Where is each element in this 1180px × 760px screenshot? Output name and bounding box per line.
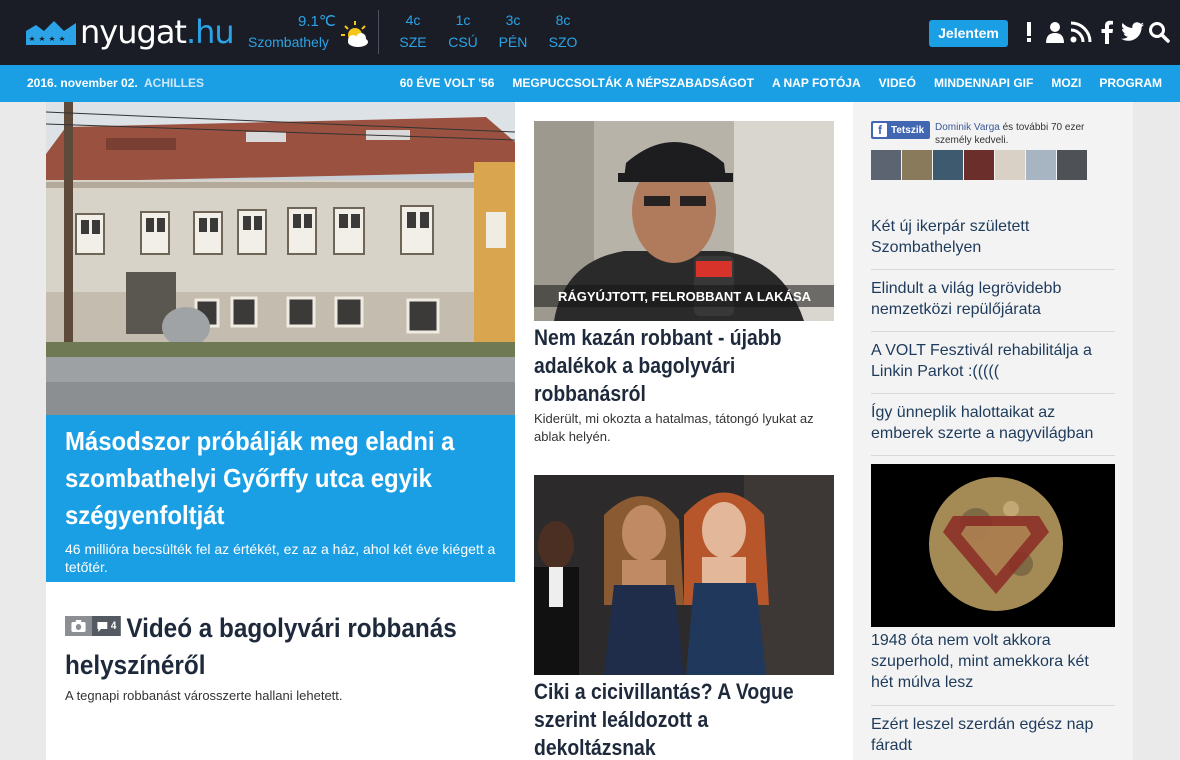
video-article-lead: A tegnapi robbanást városszerte hallani … [65,688,343,703]
logo-mark-icon [26,21,76,45]
hero-headline[interactable]: Másodszor próbálják meg eladni a szombat… [65,423,497,534]
sidebar-article-link[interactable]: Ezért leszel szerdán egész nap fáradt [871,714,1115,756]
avatar[interactable] [1057,150,1087,180]
sidebar-article-link[interactable]: Két új ikerpár született Szombathelyen [871,208,1115,270]
supermoon-image[interactable] [871,464,1115,627]
nav-link-56[interactable]: 60 ÉVE VOLT '56 [400,76,495,90]
supermoon-caption[interactable]: 1948 óta nem volt akkora szuperhold, min… [871,630,1115,706]
forecast-day: 1c CSÚ [438,10,488,54]
forecast-temp: 1c [455,12,471,28]
avatar[interactable] [995,150,1025,180]
sidebar-article-link[interactable]: Így ünneplik halottaikat az emberek szer… [871,394,1115,456]
forecast-day: 3c PÉN [488,10,538,54]
article-image-explosion[interactable]: RÁGYÚJTOTT, FELROBBANT A LAKÁSA [534,121,834,321]
forecast-day-label: PÉN [498,34,528,50]
partly-cloudy-icon [341,21,368,47]
comment-icon [97,621,108,632]
comment-count-badge[interactable]: 4 [92,616,121,636]
forecast-temp: 3c [505,12,521,28]
report-button[interactable]: Jelentem [929,20,1008,47]
header-icons [1016,18,1172,46]
twitter-icon[interactable] [1120,18,1146,46]
facebook-like-box: f Tetszik Dominik Varga és további 70 ez… [871,121,1111,181]
facebook-like-button[interactable]: f Tetszik [871,121,930,139]
rss-icon[interactable] [1068,18,1094,46]
current-temperature: 9.1℃ [298,13,336,30]
forecast-day: 8c SZO [538,10,588,54]
facebook-f-icon: f [873,123,887,137]
weather-city: Szombathely [248,34,329,50]
nav-link-photo-of-day[interactable]: A NAP FOTÓJA [772,76,861,90]
forecast-day-label: CSÚ [448,34,478,50]
image-caption-overlay: RÁGYÚJTOTT, FELROBBANT A LAKÁSA [558,289,812,304]
avatar[interactable] [964,150,994,180]
logo-wordmark: nyugat.hu [80,13,235,51]
nav-link-video[interactable]: VIDEÓ [879,76,916,90]
sidebar-article-link[interactable]: A VOLT Fesztivál rehabilitálja a Linkin … [871,332,1115,394]
article-headline-vogue[interactable]: Ciki a cicivillantás? A Vogue szerint le… [534,678,824,760]
forecast-day-label: SZE [399,34,427,50]
forecast-temp: 4c [405,12,421,28]
forecast-temp: 8c [555,12,571,28]
avatar[interactable] [1026,150,1056,180]
facebook-friend-faces [871,150,1087,180]
sidebar-article-list: Két új ikerpár született Szombathelyen E… [871,208,1115,456]
article-headline-explosion[interactable]: Nem kazán robbant - újabb adalékok a bag… [534,324,816,408]
avatar[interactable] [933,150,963,180]
main-navigation: 2016. november 02. ACHILLES 60 ÉVE VOLT … [0,65,1180,102]
nav-link-nepszabadsag[interactable]: MEGPUCCSOLTÁK A NÉPSZABADSÁGOT [512,76,754,90]
current-date: 2016. november 02. [27,76,138,90]
article-lead-explosion: Kiderült, mi okozta a hatalmas, tátongó … [534,411,814,444]
weather-current[interactable]: 9.1℃ Szombathely [248,10,368,55]
facebook-like-text: Dominik Varga és további 70 ezer személy… [935,121,1111,147]
hero-lead: 46 millióra becsülték fel az értékét, ez… [65,541,496,575]
comment-count: 4 [110,619,117,632]
nameday: ACHILLES [144,76,204,90]
site-logo[interactable]: nyugat.hu [26,12,235,52]
nav-link-cinema[interactable]: MOZI [1051,76,1081,90]
sidebar-article-link[interactable]: Elindult a világ legrövidebb nemzetközi … [871,270,1115,332]
forecast-day-label: SZO [548,34,578,50]
facebook-friend-name[interactable]: Dominik Varga [935,122,1000,133]
alert-icon[interactable] [1016,18,1042,46]
media-badges: 4 [65,616,121,636]
video-article-title: Videó a bagolyvári robbanás helyszínéről [65,613,457,680]
avatar[interactable] [871,150,901,180]
video-article-headline[interactable]: 4 Videó a bagolyvári robbanás helyszínér… [65,610,506,684]
user-icon[interactable] [1042,18,1068,46]
nav-link-program[interactable]: PROGRAM [1099,76,1162,90]
facebook-icon[interactable] [1094,18,1120,46]
weather-forecast: 4c SZE 1c CSÚ 3c PÉN 8c SZO [388,10,588,54]
forecast-day: 4c SZE [388,10,438,54]
video-article[interactable]: 4 Videó a bagolyvári robbanás helyszínér… [65,610,505,703]
hero-image[interactable] [46,102,515,415]
nav-links: 60 ÉVE VOLT '56 MEGPUCCSOLTÁK A NÉPSZABA… [382,76,1162,90]
site-header: nyugat.hu 9.1℃ Szombathely 4c SZE 1c CSÚ… [0,0,1180,65]
camera-icon [65,616,92,636]
facebook-like-label: Tetszik [891,124,925,136]
search-icon[interactable] [1146,18,1172,46]
nav-link-gif[interactable]: MINDENNAPI GIF [934,76,1033,90]
hero-article[interactable]: Másodszor próbálják meg eladni a szombat… [46,415,515,582]
avatar[interactable] [902,150,932,180]
weather-divider [378,10,379,54]
article-image-vogue[interactable] [534,475,834,675]
